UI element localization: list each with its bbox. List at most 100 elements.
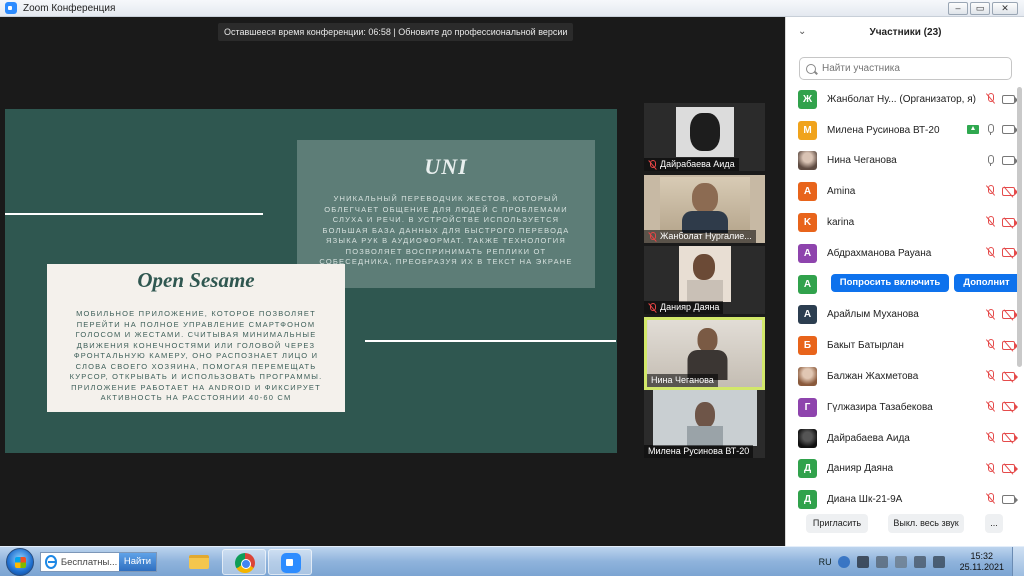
mic-muted-icon[interactable] (985, 339, 996, 351)
help-icon[interactable] (837, 555, 850, 568)
participant-search[interactable] (799, 57, 1012, 80)
camera-off-icon[interactable] (1002, 371, 1018, 381)
more-button[interactable]: Дополнит (954, 273, 1019, 292)
participant-row[interactable]: Ж Жанболат Ну... (Организатор, я) (786, 84, 1019, 115)
invite-button[interactable]: Пригласить (806, 514, 868, 533)
video-tile[interactable]: Жанболат Нургалие... (644, 175, 765, 243)
participants-footer: Пригласить Выкл. весь звук ... (786, 514, 1024, 538)
taskbar-search-button[interactable]: Найти (118, 553, 156, 571)
volume-icon[interactable] (932, 555, 945, 568)
muted-mic-icon (648, 231, 657, 242)
participant-row[interactable]: Б Бакыт Батырлан (786, 330, 1019, 361)
maximize-button[interactable]: ▭ (970, 2, 990, 15)
participant-row[interactable]: А Абдрахманова Рауана (786, 238, 1019, 269)
camera-off-icon[interactable] (1002, 402, 1018, 412)
participant-list: Ж Жанболат Ну... (Организатор, я) М Миле… (786, 84, 1019, 515)
uni-text: Уникальный переводчик жестов, который об… (319, 194, 573, 266)
network-icon[interactable] (856, 555, 869, 568)
avatar: А (798, 243, 817, 263)
internet-explorer-icon (45, 555, 57, 569)
clock-date: 25.11.2021 (959, 561, 1004, 572)
language-indicator[interactable]: RU (819, 557, 832, 567)
avatar-photo (798, 367, 817, 387)
mic-muted-icon[interactable] (985, 462, 996, 475)
clock[interactable]: 15:32 25.11.2021 (960, 551, 1004, 573)
participant-row[interactable]: Д Данияр Даяна (786, 454, 1019, 485)
camera-icon[interactable] (1002, 494, 1018, 504)
participant-name: Диана Шк-21-9А (827, 494, 903, 506)
camera-icon[interactable] (1002, 94, 1018, 104)
camera-off-icon[interactable] (1002, 310, 1018, 320)
more-options-button[interactable]: ... (985, 514, 1003, 533)
participant-row[interactable]: Дайрабаева Аида (786, 423, 1019, 454)
camera-icon[interactable] (1002, 156, 1018, 166)
participant-row[interactable]: Д Диана Шк-21-9А (786, 484, 1019, 515)
participant-row[interactable]: М Милена Русинова ВТ-20 (786, 115, 1019, 146)
video-tile[interactable]: Дайрабаева Аида (644, 103, 765, 171)
mute-all-button[interactable]: Выкл. весь звук (888, 514, 964, 533)
video-name-label: Данияр Даяна (644, 301, 724, 314)
show-desktop-button[interactable] (1012, 547, 1024, 576)
mic-muted-icon[interactable] (985, 246, 996, 259)
camera-off-icon[interactable] (1002, 340, 1018, 350)
uni-title: UNI (424, 154, 468, 179)
participant-name: karina (827, 217, 855, 229)
meeting-timer-banner[interactable]: Оставшееся время конференции: 06:58 | Об… (218, 23, 574, 41)
chrome-app[interactable] (222, 549, 266, 575)
monitor-icon[interactable] (913, 555, 926, 568)
camera-off-icon[interactable] (1002, 433, 1018, 443)
mic-muted-icon[interactable] (985, 431, 996, 444)
participants-scrollbar[interactable] (1017, 87, 1022, 367)
participant-row[interactable]: A Amina (786, 176, 1019, 207)
video-tile-active-speaker[interactable]: Нина Чеганова (644, 317, 765, 390)
mic-muted-icon[interactable] (985, 493, 996, 505)
mic-muted-icon[interactable] (985, 93, 996, 105)
participant-name: Бакыт Батырлан (827, 340, 904, 352)
ask-to-unmute-button[interactable]: Попросить включить (831, 273, 949, 292)
avatar-photo (798, 151, 817, 171)
mic-muted-icon[interactable] (985, 216, 996, 228)
video-frame (652, 390, 757, 446)
zoom-app[interactable] (268, 549, 312, 575)
participant-row[interactable]: Балжан Жахметова (786, 361, 1019, 392)
taskbar-search[interactable]: Найти (40, 552, 157, 572)
avatar-photo (798, 428, 817, 448)
taskbar-search-input[interactable] (60, 556, 119, 568)
mic-icon[interactable] (985, 154, 996, 167)
avatar: Д (798, 490, 817, 510)
zoom-logo-icon (5, 2, 17, 14)
screen-share-icon (967, 125, 979, 135)
participant-row-hover[interactable]: A Попросить включить Дополнит (786, 269, 1019, 300)
video-name-label: Жанболат Нургалие... (644, 230, 756, 243)
camera-off-icon[interactable] (1002, 186, 1018, 196)
mic-muted-icon[interactable] (985, 308, 996, 321)
camera-icon[interactable] (1002, 125, 1018, 135)
clock-time: 15:32 (970, 550, 994, 561)
avatar: М (798, 120, 817, 140)
mic-muted-icon[interactable] (985, 370, 996, 382)
participant-name: Amina (827, 186, 856, 198)
start-button[interactable] (6, 548, 34, 576)
participant-row[interactable]: Г Гүлжазира Тазабекова (786, 392, 1019, 423)
participant-search-input[interactable] (822, 63, 1002, 74)
participant-row[interactable]: А Арайлым Муханова (786, 300, 1019, 331)
chrome-icon (235, 553, 255, 573)
camera-off-icon[interactable] (1002, 217, 1018, 227)
camera-off-icon[interactable] (1002, 464, 1018, 474)
mic-icon[interactable] (985, 123, 996, 136)
video-tile[interactable]: Милена Русинова ВТ-20 (644, 390, 765, 458)
participant-row[interactable]: Нина Чеганова (786, 146, 1019, 177)
settings-icon[interactable] (875, 555, 888, 568)
participant-row[interactable]: K karina (786, 207, 1019, 238)
muted-mic-icon (648, 302, 657, 313)
mic-muted-icon[interactable] (985, 185, 996, 197)
participants-panel: ⌄ Участники (23) Ж Жанболат Ну... (Орган… (785, 17, 1024, 546)
participant-name: Балжан Жахметова (827, 371, 919, 383)
battery-icon[interactable] (894, 555, 907, 568)
minimize-button[interactable]: – (948, 2, 968, 15)
camera-off-icon[interactable] (1002, 248, 1018, 258)
mic-muted-icon[interactable] (985, 400, 996, 413)
file-explorer-app[interactable] (176, 549, 220, 575)
close-button[interactable]: ✕ (992, 2, 1018, 15)
video-tile[interactable]: Данияр Даяна (644, 246, 765, 314)
